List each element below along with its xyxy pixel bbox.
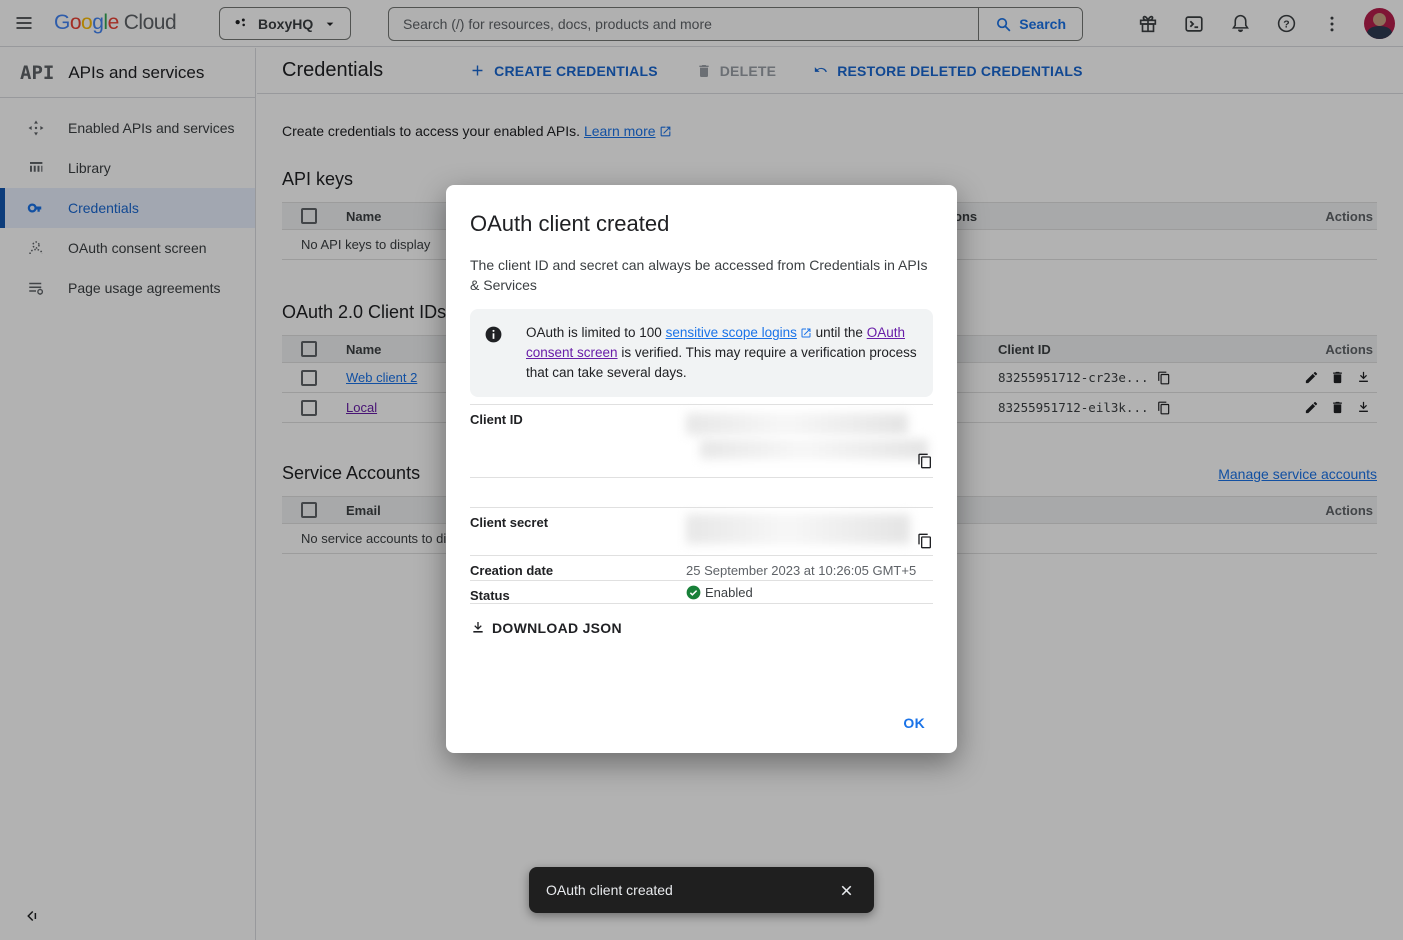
creation-date-row: Creation date 25 September 2023 at 10:26… [470,555,933,580]
oauth-client-created-dialog: OAuth client created The client ID and s… [446,185,957,753]
notice-box: OAuth is limited to 100 sensitive scope … [470,309,933,397]
redacted-client-id [686,413,908,435]
creation-date-value: 25 September 2023 at 10:26:05 GMT+5 [686,556,933,580]
close-icon [838,882,855,899]
status-row: Status Enabled [470,580,933,603]
status-value-wrap: Enabled [686,581,933,603]
copy-client-secret-button[interactable] [917,533,933,549]
check-circle-icon [686,585,701,600]
external-link-icon [797,325,812,340]
download-icon [470,620,486,636]
snackbar-close-button[interactable] [832,876,860,904]
sensitive-scope-logins-label: sensitive scope logins [666,325,797,340]
creation-date-label: Creation date [470,556,686,580]
status-label: Status [470,581,686,603]
client-secret-row: Client secret [470,507,933,555]
dialog-subtitle: The client ID and secret can always be a… [470,255,933,295]
copy-icon [917,533,933,549]
download-json-button[interactable]: DOWNLOAD JSON [470,614,630,642]
dialog-title: OAuth client created [470,211,933,237]
notice-part2: until the [812,325,867,340]
client-secret-label: Client secret [470,508,686,555]
dialog-fields: Client ID Client secret [470,404,933,604]
client-secret-value [686,508,933,555]
notice-text: OAuth is limited to 100 sensitive scope … [526,323,921,383]
snackbar-message: OAuth client created [546,882,673,898]
redacted-client-id [700,439,928,459]
status-value: Enabled [705,585,753,600]
info-icon [484,323,504,383]
download-json-label: DOWNLOAD JSON [492,620,622,636]
snackbar: OAuth client created [529,867,874,913]
copy-icon [917,453,933,469]
app-root: Google Cloud BoxyHQ Search [0,0,1403,940]
ok-button[interactable]: OK [895,709,933,737]
client-id-row: Client ID [470,404,933,477]
copy-client-id-button[interactable] [917,453,933,469]
sensitive-scope-logins-link[interactable]: sensitive scope logins [666,325,812,340]
client-id-value [686,405,933,477]
notice-part1: OAuth is limited to 100 [526,325,666,340]
redacted-client-secret [686,514,910,544]
spacer-row [470,477,933,507]
client-id-label: Client ID [470,405,686,477]
